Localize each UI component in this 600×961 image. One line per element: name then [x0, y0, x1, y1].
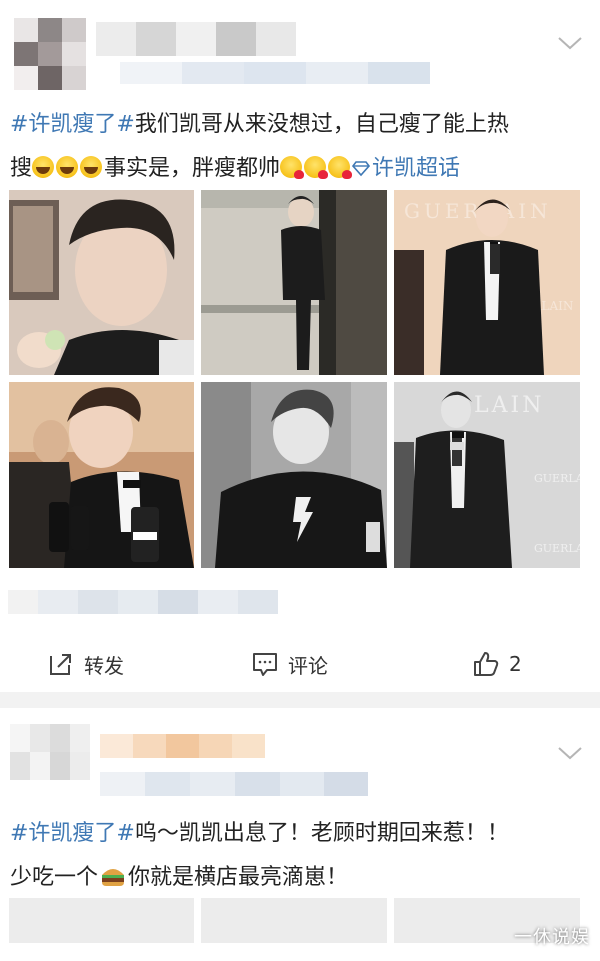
laughing-emoji-icon [80, 156, 103, 178]
post-text-line-2b: 你就是横店最亮滴崽！ [128, 865, 349, 890]
repost-label: 转发 [84, 653, 124, 678]
blurred-avatar[interactable] [14, 18, 86, 90]
like-count: 2 [509, 652, 522, 676]
topic-link[interactable]: #许凯瘦了# [10, 821, 135, 846]
post-image-5[interactable] [201, 382, 387, 568]
super-topic-diamond-icon [352, 161, 371, 177]
post-image-4[interactable] [9, 382, 194, 568]
post-text-line-2b: 事实是，胖瘦都帅 [104, 156, 281, 181]
post-text-line-2a: 少吃一个 [10, 865, 99, 890]
burger-emoji-icon [100, 859, 126, 886]
like-icon [474, 652, 499, 676]
super-topic-link[interactable]: 许凯超话 [352, 156, 460, 181]
kiss-emoji-icon [304, 156, 329, 179]
post-text-line-1: 我们凯哥从来没想过，自己瘦了能上热 [134, 112, 509, 137]
like-button[interactable]: 2 [473, 650, 522, 678]
blurred-post-meta [100, 772, 368, 796]
post-image-2[interactable] [201, 898, 387, 943]
post-text-line-1: 呜～凯凯出息了！老顾时期回来惹！！ [134, 821, 509, 846]
laughing-emoji-icon [32, 156, 55, 178]
blurred-avatar[interactable] [10, 724, 90, 780]
kiss-emoji-icon [328, 156, 353, 179]
repost-button[interactable]: 转发 [48, 650, 124, 678]
blurred-username[interactable] [100, 734, 265, 758]
laughing-emoji-icon [56, 156, 79, 178]
comment-button[interactable]: 评论 [252, 650, 328, 678]
chevron-down-icon[interactable] [557, 744, 583, 762]
post-image-2[interactable] [201, 190, 387, 375]
comment-label: 评论 [288, 653, 328, 678]
post-image-1[interactable] [9, 898, 194, 943]
topic-link[interactable]: #许凯瘦了# [10, 112, 135, 137]
chevron-down-icon[interactable] [557, 34, 583, 52]
blurred-post-meta [120, 62, 430, 84]
svg-text:GUERLAIN: GUERLAIN [534, 542, 580, 555]
post-image-6[interactable]: LAIN GUERLAIN GUERLAIN [394, 382, 580, 568]
kiss-emoji-icon [280, 156, 305, 179]
weibo-post-2: #许凯瘦了#呜～凯凯出息了！老顾时期回来惹！！ 少吃一个 你就是横店最亮滴崽！ 一… [0, 708, 600, 961]
post-text-line-2a: 搜 [10, 156, 33, 181]
post-image-1[interactable] [9, 190, 194, 375]
svg-text:GUERLAIN: GUERLAIN [534, 472, 580, 485]
repost-icon [50, 654, 71, 675]
blurred-source-line [8, 590, 278, 614]
post-image-3[interactable]: GUERLAIN GUERLAIN [394, 190, 580, 375]
post-text: #许凯瘦了#呜～凯凯出息了！老顾时期回来惹！！ 少吃一个 你就是横店最亮滴崽！ [10, 812, 590, 900]
weibo-post-1: #许凯瘦了#我们凯哥从来没想过，自己瘦了能上热 搜 事实是，胖瘦都帅 许凯超话 L… [0, 0, 600, 692]
comment-icon [253, 653, 277, 676]
post-text: #许凯瘦了#我们凯哥从来没想过，自己瘦了能上热 搜 事实是，胖瘦都帅 许凯超话 [10, 103, 590, 191]
svg-text:LAIN: LAIN [474, 393, 544, 418]
watermark: 一休说娱 [514, 927, 590, 948]
action-bar: 转发 评论 2 [0, 636, 600, 692]
blurred-username[interactable] [96, 22, 296, 56]
